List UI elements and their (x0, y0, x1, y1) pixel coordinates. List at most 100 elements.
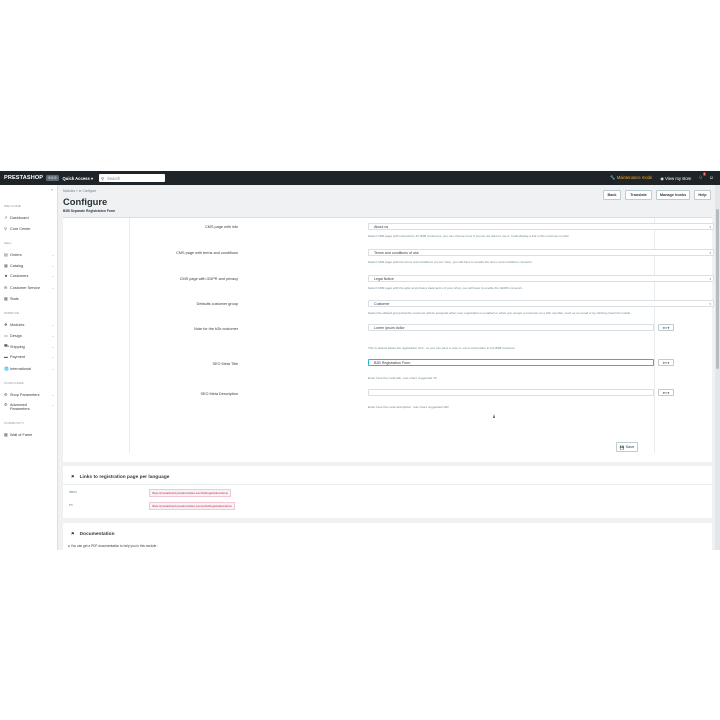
scrollbar-thumb[interactable] (716, 209, 719, 369)
sidebar-item-advanced-parameters[interactable]: ⚙ Advanced Parameters ⌄ (4, 403, 54, 411)
translate-button[interactable]: Translate (625, 190, 652, 200)
cms-terms-select[interactable]: Terms and conditions of use ▾ (368, 249, 714, 256)
save-button[interactable]: 💾 Save (616, 442, 638, 452)
field-help: Select CMS page with instructions for B2… (368, 234, 570, 238)
tag-icon: ⚑ (71, 474, 75, 479)
language-dropdown-button[interactable]: en ▾ (658, 324, 674, 331)
seo-meta-description-input[interactable] (368, 389, 654, 396)
topbar-right: 🔧 Maintenance mode ◉ View my store ♢ 4 ☺ (610, 172, 720, 181)
sidebar-item-customer-service[interactable]: ✉ Customer Service ⌄ (4, 285, 54, 291)
notifications-button[interactable]: ♢ 4 (698, 172, 706, 181)
chevron-down-icon: ⌄ (51, 263, 54, 268)
quick-access-button[interactable]: Quick Access ▾ (63, 176, 94, 181)
links-panel: ⚑ Links to registration page per language… (63, 466, 712, 518)
account-icon[interactable]: ☺ (709, 175, 714, 181)
chevron-down-icon: ⌄ (51, 344, 54, 349)
seo-meta-title-input[interactable]: B2B Registration Form (368, 359, 654, 366)
sidebar-item-wall-of-fame[interactable]: ▩ Wall of Fame (4, 432, 54, 438)
sidebar-item-customers[interactable]: ☻ Customers ⌄ (4, 274, 54, 278)
documentation-text: ● You can get a PDF documentation to hel… (68, 544, 158, 548)
back-button[interactable]: Back (603, 190, 621, 200)
language-dropdown-button[interactable]: en ▾ (658, 359, 674, 366)
chevron-down-icon: ▾ (709, 250, 711, 255)
link-language: demo (69, 490, 77, 494)
cms-gdpr-select[interactable]: Legal Notice ▾ (368, 275, 714, 282)
divider (63, 484, 712, 485)
sidebar-item-label: Payment (10, 355, 25, 359)
field-help: Select CMS page with the gdpr and privac… (368, 286, 523, 290)
input-value: Lorem ipsum dollor (374, 325, 405, 330)
field-help: Enter here the meta title, max chars sug… (368, 376, 438, 380)
version-badge: 9.0.0 (46, 175, 59, 181)
quick-access-label: Quick Access (62, 175, 90, 181)
eye-icon: ◉ (660, 175, 664, 181)
documentation-header: ⚑ Documentation (71, 531, 115, 537)
customer-group-select[interactable]: Customer ▾ (368, 300, 714, 307)
sidebar: » WELCOME ↗ Dashboard ⚲ Core Center SELL ▤… (0, 185, 58, 550)
sidebar-item-label: International (10, 366, 31, 371)
app-window: PRESTASHOP 9.0.0 Quick Access ▾ ⚲ Search… (0, 171, 720, 550)
sidebar-item-label: Customer Service (10, 285, 41, 290)
page-subtitle: B2B Separate Registration Form (63, 209, 116, 213)
select-value: Customer (374, 301, 390, 306)
chevron-down-icon: ▾ (91, 175, 94, 181)
chevron-down-icon: ⌄ (51, 403, 54, 407)
sidebar-item-payment[interactable]: ▬ Payment ⌄ (4, 355, 54, 359)
sidebar-item-modules[interactable]: ❖ Modules ⌄ (4, 322, 54, 328)
prestashop-logo[interactable]: PRESTASHOP (4, 175, 43, 181)
sidebar-item-international[interactable]: 🌐 International ⌄ (4, 366, 54, 372)
sidebar-item-core-center[interactable]: ⚲ Core Center (4, 226, 54, 232)
select-value: Legal Notice (374, 276, 394, 281)
help-button[interactable]: Help (694, 190, 711, 200)
config-form-panel: CMS page with info About us ▾ Select CMS … (63, 217, 714, 462)
select-value: Terms and conditions of use (374, 250, 419, 255)
field-help: Select the default group that the custom… (368, 311, 632, 315)
view-my-store-link[interactable]: ◉ View my store (660, 176, 691, 181)
cms-info-select[interactable]: About us ▾ (368, 223, 714, 230)
sidebar-item-stats[interactable]: ▩ Stats (4, 296, 54, 302)
b2b-note-input[interactable]: Lorem ipsum dollor (368, 324, 654, 331)
sidebar-item-catalog[interactable]: ▦ Catalog ⌄ (4, 263, 54, 269)
sidebar-item-dashboard[interactable]: ↗ Dashboard (4, 215, 54, 221)
chevron-down-icon: ⌄ (51, 285, 54, 290)
maintenance-mode-link[interactable]: 🔧 Maintenance mode (610, 175, 652, 181)
chevron-down-icon: ▾ (709, 301, 711, 306)
mouse-cursor (493, 414, 495, 418)
field-label: SEO Meta Title (212, 362, 238, 366)
collapse-sidebar-icon[interactable]: » (51, 187, 53, 192)
search-box[interactable]: ⚲ Search (99, 174, 166, 182)
registration-link[interactable]: https://prestashop9.prestamodules.com/en… (149, 502, 235, 510)
link-language: en (69, 503, 73, 507)
save-label: Save (625, 445, 635, 449)
section-community: COMMUNITY (4, 421, 25, 425)
sidebar-item-orders[interactable]: ▤ Orders ⌄ (4, 252, 54, 258)
section-configure: CONFIGURE (4, 381, 24, 385)
field-label: Defaults customer group (196, 302, 238, 306)
sidebar-item-design[interactable]: ▭ Design ⌄ (4, 333, 54, 339)
search-input[interactable]: Search (107, 176, 120, 181)
sidebar-item-label: Design (10, 333, 22, 338)
chevron-down-icon: ▾ (709, 276, 711, 281)
sidebar-item-label: Catalog (10, 263, 24, 268)
field-help: Select CMS page with the terms and condi… (368, 260, 533, 264)
sidebar-item-label: Orders (10, 252, 22, 257)
breadcrumb[interactable]: Modules > ⚙ Configure (63, 189, 96, 193)
section-sell: SELL (4, 241, 13, 245)
field-help: Enter here the meta description, max cha… (368, 405, 450, 409)
sidebar-item-shop-parameters[interactable]: ⚙ Shop Parameters ⌄ (4, 392, 54, 398)
form-body: CMS page with info About us ▾ Select CMS … (129, 218, 714, 453)
chevron-down-icon: ⌄ (51, 252, 54, 257)
sidebar-item-shipping[interactable]: ⛟ Shipping ⌄ (4, 344, 54, 349)
sidebar-item-label: Shop Parameters (10, 392, 40, 397)
sidebar-item-label: Core Center (10, 226, 31, 231)
registration-link[interactable]: https://prestashop9.prestamodules.com/b2… (149, 489, 232, 497)
sidebar-item-label: Dashboard (10, 215, 29, 220)
save-icon: 💾 (619, 445, 625, 450)
view-my-store-label: View my store (665, 175, 692, 181)
sidebar-item-label: Stats (10, 296, 19, 301)
language-dropdown-button[interactable]: en ▾ (658, 389, 674, 396)
sidebar-item-label: Modules (10, 322, 25, 327)
manage-hooks-button[interactable]: Manage hooks (656, 190, 690, 200)
search-icon: ⚲ (101, 175, 105, 181)
chevron-down-icon: ⌄ (51, 366, 54, 371)
